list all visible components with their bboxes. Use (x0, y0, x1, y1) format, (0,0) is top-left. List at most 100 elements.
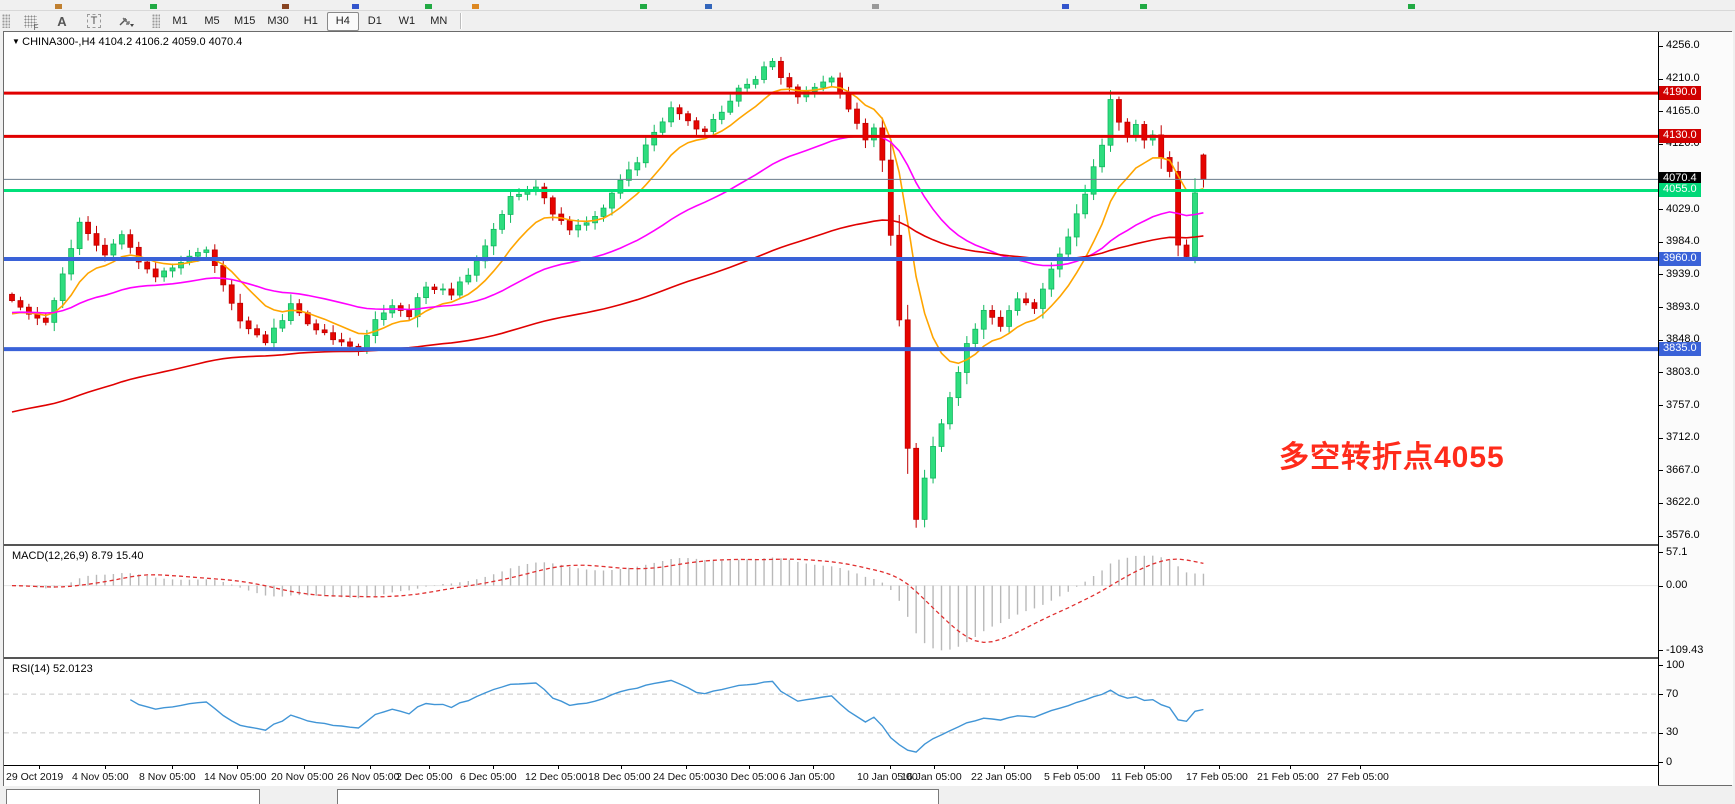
timeframe-button-w1[interactable]: W1 (391, 12, 423, 31)
candle-body (415, 298, 420, 317)
candle-body (153, 269, 158, 277)
candle-body (897, 235, 902, 320)
date-label: 2 Dec 05:00 (396, 771, 453, 783)
toolbar-grip-2[interactable] (152, 14, 160, 28)
date-tick (749, 766, 750, 769)
candle-body (947, 398, 952, 424)
candle-body (1159, 135, 1164, 158)
clipped-icon-fragment (1062, 4, 1069, 9)
clipped-icon-fragment (640, 4, 647, 9)
candle-body (973, 329, 978, 343)
date-tick (558, 766, 559, 769)
candle-body (922, 478, 927, 519)
timeframe-button-m1[interactable]: M1 (164, 12, 196, 31)
candle-body (348, 342, 353, 346)
price-tick (1659, 438, 1663, 439)
candle-body (77, 222, 82, 248)
candle-body (517, 194, 522, 196)
date-tick (1077, 766, 1078, 769)
candle-body (255, 329, 260, 335)
candle-body (491, 229, 496, 246)
rsi-tick (1659, 733, 1663, 734)
candle-body (60, 274, 65, 301)
timeframe-button-h4[interactable]: H4 (327, 12, 359, 31)
candle-body (69, 249, 74, 274)
candle-body (711, 119, 716, 131)
candle-body (1083, 194, 1088, 214)
text-box-button[interactable]: T (78, 12, 110, 31)
dot-grid-f-icon[interactable]: F (14, 12, 46, 31)
rsi-tick-label: 0 (1666, 756, 1672, 768)
date-tick (304, 766, 305, 769)
chart-window[interactable]: ▼ CHINA300-,H4 4104.2 4106.2 4059.0 4070… (3, 31, 1732, 786)
macd-tick (1659, 586, 1663, 587)
candle-body (221, 266, 226, 285)
price-tick (1659, 209, 1663, 210)
macd-pane[interactable] (4, 546, 1658, 659)
candle-body (407, 310, 412, 316)
clipped-bottom-row (0, 787, 1735, 797)
macd-tick-label: 0.00 (1666, 579, 1687, 591)
candle-body (1057, 254, 1062, 269)
candle-body (821, 82, 826, 87)
candle-body (728, 101, 733, 112)
candle-body (905, 320, 910, 448)
time-axis[interactable]: 29 Oct 20194 Nov 05:008 Nov 05:0014 Nov … (4, 766, 1658, 786)
candle-body (914, 448, 919, 519)
candle-body (677, 108, 682, 114)
price-tick-label: 3803.0 (1666, 366, 1700, 378)
price-tick-label: 3984.0 (1666, 235, 1700, 247)
candle-body (314, 324, 319, 330)
candle-body (43, 318, 48, 322)
candle-body (373, 320, 378, 336)
candle-body (229, 285, 234, 303)
date-tick (429, 766, 430, 769)
macd-indicator-label: MACD(12,26,9) 8.79 15.40 (12, 550, 143, 562)
date-tick (890, 766, 891, 769)
candle-body (145, 262, 150, 269)
timeframe-button-m15[interactable]: M15 (228, 12, 261, 31)
date-label: 8 Nov 05:00 (139, 771, 196, 783)
main-toolbar: F A T M1M5M15M30H1H4D1W1MN (0, 11, 1735, 31)
timeframe-button-h1[interactable]: H1 (295, 12, 327, 31)
price-tick-label: 4210.0 (1666, 72, 1700, 84)
candle-body (246, 321, 251, 329)
price-label-4190.0: 4190.0 (1659, 86, 1701, 100)
candle-body (931, 446, 936, 478)
candle-body (457, 282, 462, 295)
candle-body (1049, 269, 1054, 289)
price-axis[interactable]: 4256.04210.04165.04120.04029.03984.03939… (1658, 32, 1733, 785)
date-tick (172, 766, 173, 769)
price-tick-label: 3939.0 (1666, 268, 1700, 280)
candle-body (787, 78, 792, 87)
indicator-line (12, 220, 1203, 412)
timeframe-button-m5[interactable]: M5 (196, 12, 228, 31)
timeframe-button-d1[interactable]: D1 (359, 12, 391, 31)
price-tick-label: 3667.0 (1666, 464, 1700, 476)
candle-body (1015, 299, 1020, 311)
candle-body (550, 198, 555, 214)
rsi-pane[interactable] (4, 659, 1658, 766)
chart-dropdown-icon[interactable]: ▼ (12, 37, 22, 46)
candle-body (339, 340, 344, 342)
date-tick (621, 766, 622, 769)
rsi-tick-label: 100 (1666, 659, 1684, 671)
date-tick (493, 766, 494, 769)
date-label: 24 Dec 05:00 (653, 771, 715, 783)
candle-body (204, 250, 209, 253)
chart-annotation-text[interactable]: 多空转折点4055 (1279, 432, 1505, 476)
text-box-icon: T (87, 14, 102, 28)
candle-body (694, 121, 699, 129)
arrange-arrows-button[interactable] (110, 12, 142, 31)
timeframe-button-m30[interactable]: M30 (261, 12, 294, 31)
clipped-icon-fragment (150, 4, 157, 9)
candle-body (753, 80, 758, 85)
price-tick (1659, 111, 1663, 112)
candle-body (424, 287, 429, 298)
toolbar-grip[interactable] (2, 14, 10, 28)
timeframe-button-mn[interactable]: MN (423, 12, 455, 31)
text-label-button[interactable]: A (46, 12, 78, 31)
clipped-icon-fragment (352, 4, 359, 9)
price-tick-label: 3712.0 (1666, 431, 1700, 443)
date-tick (1144, 766, 1145, 769)
